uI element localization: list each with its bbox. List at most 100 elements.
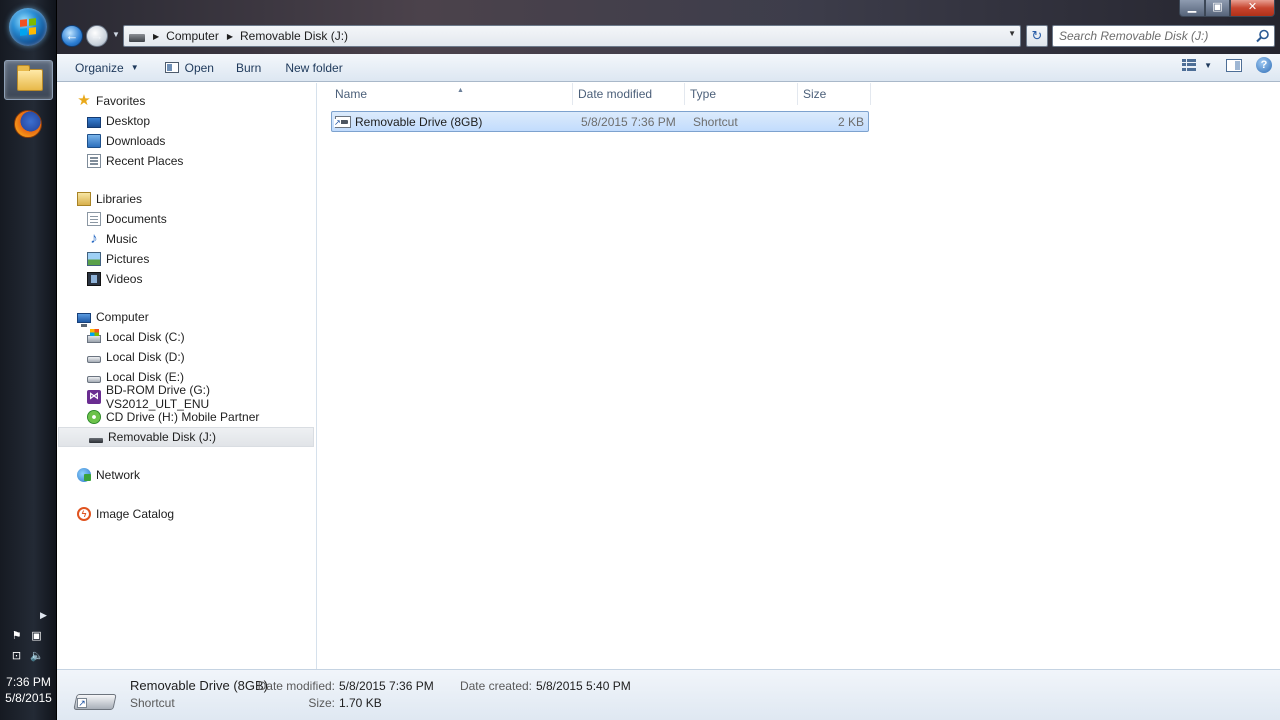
breadcrumb-computer[interactable]: Computer — [166, 29, 219, 43]
nav-bd-rom-drive-g-label: BD-ROM Drive (G:) VS2012_ULT_ENU — [106, 383, 210, 411]
nav-local-disk-d-label: Local Disk (D:) — [106, 350, 185, 364]
shortcut-thumbnail-icon: ↗ — [73, 688, 117, 712]
chevron-right-icon[interactable]: ▶ — [227, 32, 233, 41]
nav-removable-disk-j-label: Removable Disk (J:) — [108, 430, 217, 444]
taskbar-explorer-button[interactable] — [4, 60, 53, 100]
nav-videos[interactable]: Videos — [57, 269, 315, 289]
details-date-created-value: 5/8/2015 5:40 PM — [536, 679, 631, 693]
file-row[interactable]: Removable Drive (8GB) 5/8/2015 7:36 PM S… — [331, 111, 869, 132]
open-button[interactable]: Open — [157, 57, 222, 79]
details-pane: ↗ Removable Drive (8GB) Shortcut Date mo… — [57, 669, 1280, 720]
nav-favorites-label: Favorites — [96, 94, 146, 108]
firefox-icon — [14, 110, 42, 138]
column-header-size[interactable]: Size — [798, 83, 871, 105]
address-history-dropdown-icon[interactable]: ▼ — [1008, 29, 1016, 38]
breadcrumb-removable-disk[interactable]: Removable Disk (J:) — [240, 29, 348, 43]
nav-computer[interactable]: Computer — [57, 307, 315, 327]
folder-icon — [17, 65, 43, 91]
nav-videos-label: Videos — [106, 272, 143, 286]
documents-icon — [87, 212, 101, 226]
minimize-button[interactable]: ▁ — [1179, 0, 1205, 17]
maximize-button[interactable]: ▣ — [1205, 0, 1230, 17]
clock-time: 7:36 PM — [6, 675, 51, 689]
forward-button[interactable]: → — [86, 25, 108, 47]
open-icon — [164, 62, 179, 73]
views-icon — [1182, 59, 1197, 71]
nav-music[interactable]: ♪ Music — [57, 229, 315, 249]
change-view-button[interactable]: ▼ — [1182, 59, 1212, 71]
notification-area: ⚑ ▣ ⊡ 🔈 — [10, 630, 50, 662]
column-header-date-modified[interactable]: Date modified — [573, 83, 685, 105]
new-folder-button[interactable]: New folder — [277, 57, 350, 79]
caption-buttons: ▁ ▣ ✕ — [1179, 0, 1275, 17]
image-catalog-icon: ϟ — [77, 507, 91, 521]
search-box[interactable] — [1052, 25, 1275, 47]
clock-date: 5/8/2015 — [5, 691, 52, 705]
navigation-pane: ★ Favorites Desktop Downloads Recent Pla… — [57, 83, 317, 669]
nav-documents[interactable]: Documents — [57, 209, 315, 229]
shortcut-icon — [334, 115, 351, 128]
nav-bd-rom-drive-g[interactable]: ⋈ BD-ROM Drive (G:) VS2012_ULT_ENU — [57, 383, 315, 411]
nav-libraries-label: Libraries — [96, 192, 143, 206]
removable-disk-icon — [129, 34, 145, 42]
nav-favorites[interactable]: ★ Favorites — [57, 91, 315, 111]
nav-music-label: Music — [106, 232, 138, 246]
file-type: Shortcut — [693, 114, 738, 129]
chevron-down-icon: ▼ — [1204, 60, 1212, 70]
taskbar-firefox-button[interactable] — [4, 104, 53, 144]
help-icon[interactable]: ? — [1256, 57, 1272, 73]
column-header-type[interactable]: Type — [685, 83, 798, 105]
visual-studio-icon: ⋈ — [87, 390, 101, 404]
nav-documents-label: Documents — [106, 212, 167, 226]
search-input[interactable] — [1059, 26, 1249, 46]
nav-local-disk-d[interactable]: Local Disk (D:) — [57, 347, 315, 367]
nav-local-disk-c-label: Local Disk (C:) — [106, 330, 185, 344]
start-button[interactable] — [9, 8, 47, 46]
command-bar: Organize ▼ Open Burn New folder ▼ ? — [57, 54, 1280, 82]
nav-local-disk-c[interactable]: Local Disk (C:) — [57, 327, 315, 347]
column-header-name[interactable]: Name ▲ — [330, 83, 573, 105]
close-button[interactable]: ✕ — [1230, 0, 1275, 17]
address-bar[interactable]: ▶ Computer ▶ Removable Disk (J:) ▼ — [123, 25, 1021, 47]
file-size: 2 KB — [837, 114, 864, 129]
chevron-down-icon: ▼ — [130, 63, 139, 72]
nav-pictures[interactable]: Pictures — [57, 249, 315, 269]
power-icon[interactable]: ▣ — [30, 630, 43, 642]
show-hidden-icons-icon[interactable]: ▶ — [40, 610, 47, 621]
file-list: Name ▲ Date modified Type Size Removable… — [318, 83, 1280, 669]
nav-network[interactable]: Network — [57, 465, 315, 485]
refresh-button[interactable]: ↻ — [1026, 25, 1048, 47]
nav-computer-label: Computer — [96, 310, 149, 324]
burn-button[interactable]: Burn — [228, 57, 269, 79]
recent-pages-dropdown-icon[interactable]: ▼ — [112, 30, 120, 39]
details-file-type: Shortcut — [130, 696, 175, 710]
nav-network-label: Network — [96, 468, 141, 482]
nav-image-catalog[interactable]: ϟ Image Catalog — [57, 504, 315, 524]
nav-recent-places[interactable]: Recent Places — [57, 151, 315, 171]
nav-local-disk-e-label: Local Disk (E:) — [106, 370, 185, 384]
libraries-icon — [77, 192, 91, 206]
volume-icon[interactable]: 🔈 — [30, 650, 44, 662]
details-date-created-label: Date created: — [459, 679, 532, 693]
chevron-right-icon[interactable]: ▶ — [153, 32, 159, 41]
back-button[interactable]: ← — [61, 25, 83, 47]
nav-libraries[interactable]: Libraries — [57, 189, 315, 209]
network-tray-icon[interactable]: ⊡ — [10, 650, 23, 662]
details-file-name: Removable Drive (8GB) — [130, 678, 268, 693]
desktop-icon — [87, 116, 101, 128]
organize-button[interactable]: Organize ▼ — [67, 57, 147, 79]
system-clock[interactable]: 7:36 PM 5/8/2015 — [0, 674, 57, 706]
nav-desktop[interactable]: Desktop — [57, 111, 315, 131]
details-size-value: 1.70 KB — [339, 696, 382, 710]
action-center-icon[interactable]: ⚑ — [10, 630, 23, 642]
taskbar: ▶ ⚑ ▣ ⊡ 🔈 7:36 PM 5/8/2015 — [0, 0, 57, 720]
preview-pane-icon[interactable] — [1226, 58, 1242, 72]
network-group: Network — [57, 465, 315, 485]
nav-downloads[interactable]: Downloads — [57, 131, 315, 151]
nav-removable-disk-j[interactable]: Removable Disk (J:) — [58, 427, 314, 447]
organize-label: Organize — [75, 60, 124, 75]
nav-recent-places-label: Recent Places — [106, 154, 184, 168]
new-folder-label: New folder — [285, 60, 343, 75]
music-icon: ♪ — [90, 230, 98, 247]
search-icon[interactable] — [1256, 29, 1270, 43]
